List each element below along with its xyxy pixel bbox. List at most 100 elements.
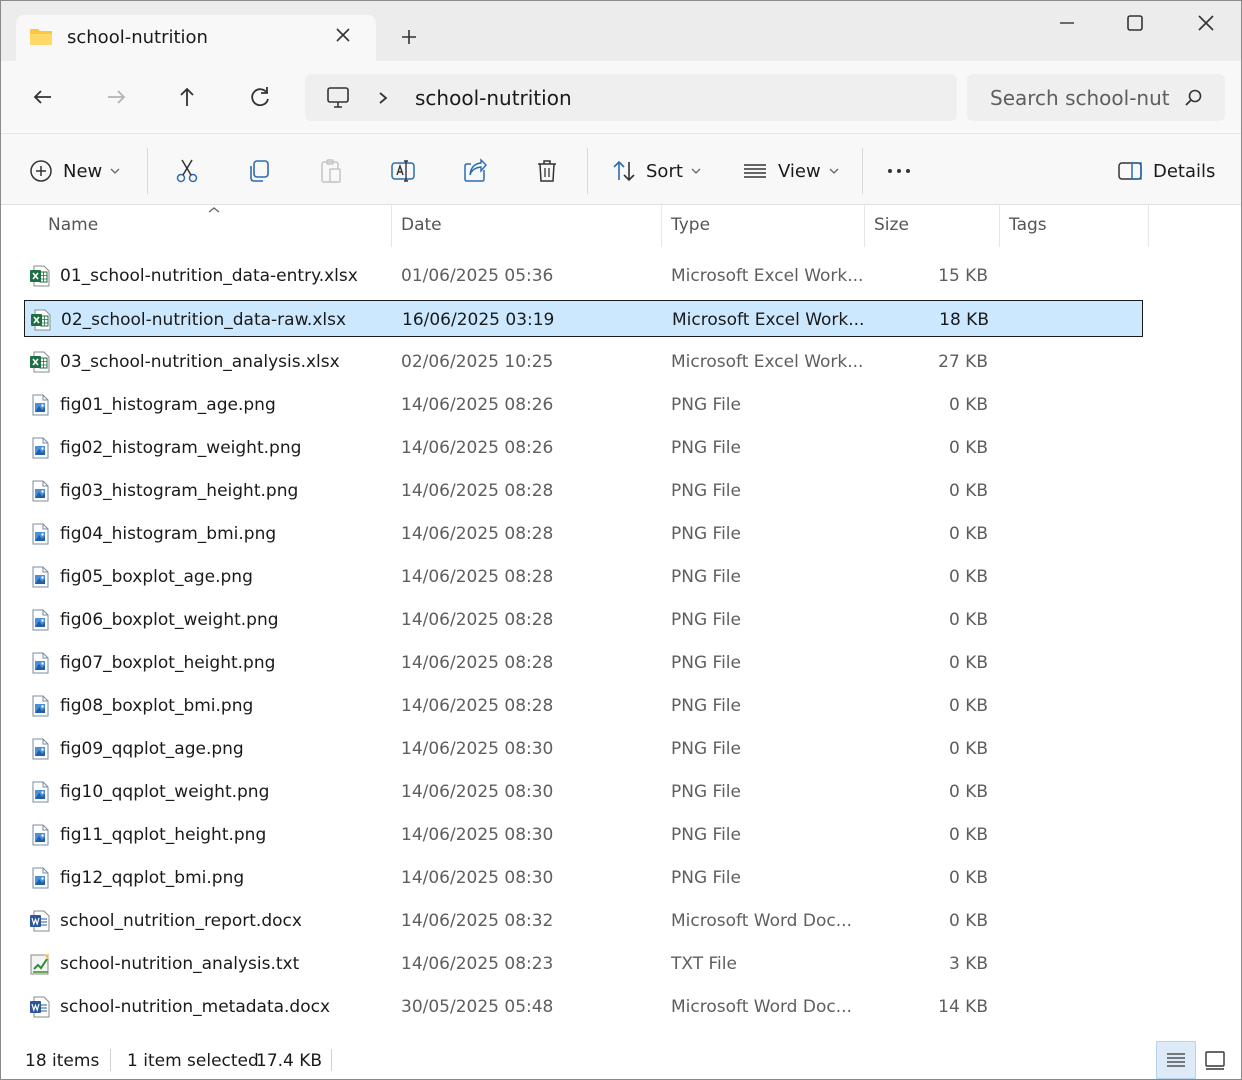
column-divider[interactable]	[391, 205, 392, 247]
this-pc-icon[interactable]	[325, 86, 351, 110]
file-row[interactable]: 02_school-nutrition_data-raw.xlsx 16/06/2…	[24, 300, 1143, 337]
column-divider[interactable]	[864, 205, 865, 247]
details-view-button[interactable]	[1156, 1041, 1196, 1079]
png-file-icon	[29, 523, 51, 545]
maximize-icon[interactable]	[1123, 11, 1147, 35]
rename-button[interactable]	[390, 156, 416, 186]
file-row[interactable]: school_nutrition_report.docx 14/06/2025 0…	[24, 902, 1143, 939]
tab-school-nutrition[interactable]: school-nutrition	[16, 15, 376, 61]
file-row[interactable]: fig04_histogram_bmi.png 14/06/2025 08:28 P…	[24, 515, 1143, 552]
column-divider[interactable]	[661, 205, 662, 247]
new-button[interactable]: New	[29, 156, 120, 186]
file-date: 14/06/2025 08:28	[401, 524, 554, 544]
tiles-view-icon[interactable]	[1204, 1049, 1226, 1071]
file-name: fig07_boxplot_height.png	[60, 653, 276, 673]
cut-button[interactable]	[174, 156, 200, 186]
file-date: 14/06/2025 08:26	[401, 438, 554, 458]
plus-icon[interactable]	[397, 25, 421, 49]
forward-icon[interactable]	[102, 83, 130, 111]
file-row[interactable]: 01_school-nutrition_data-entry.xlsx 01/06…	[24, 257, 1143, 294]
file-row[interactable]: fig12_qqplot_bmi.png 14/06/2025 08:30 PNG …	[24, 859, 1143, 896]
paste-icon	[321, 159, 341, 183]
column-type[interactable]: Type	[671, 215, 710, 235]
cut-icon	[176, 159, 198, 183]
minimize-icon[interactable]	[1055, 11, 1079, 35]
file-size: 0 KB	[948, 868, 988, 888]
file-row[interactable]: fig01_histogram_age.png 14/06/2025 08:26 P…	[24, 386, 1143, 423]
file-type: Microsoft Word Doc...	[671, 911, 852, 931]
file-row[interactable]: school-nutrition_metadata.docx 30/05/2025…	[24, 988, 1143, 1025]
search-input[interactable]: Search school-nut	[990, 86, 1170, 110]
file-type: PNG File	[671, 696, 741, 716]
copy-button[interactable]	[246, 156, 272, 186]
delete-button[interactable]	[534, 156, 560, 186]
file-type: PNG File	[671, 825, 741, 845]
file-row[interactable]: 03_school-nutrition_analysis.xlsx 02/06/2…	[24, 343, 1143, 380]
view-icon	[744, 164, 766, 178]
file-name: 03_school-nutrition_analysis.xlsx	[60, 352, 340, 372]
close-icon[interactable]	[331, 23, 355, 47]
file-date: 14/06/2025 08:28	[401, 653, 554, 673]
file-type: PNG File	[671, 868, 741, 888]
more-options-button[interactable]	[885, 156, 913, 186]
refresh-icon[interactable]	[246, 83, 274, 111]
file-row[interactable]: fig08_boxplot_bmi.png 14/06/2025 08:28 PNG…	[24, 687, 1143, 724]
file-type: PNG File	[671, 481, 741, 501]
file-name: fig11_qqplot_height.png	[60, 825, 267, 845]
chevron-right-icon[interactable]	[375, 88, 391, 108]
back-icon[interactable]	[29, 83, 57, 111]
file-name: fig04_histogram_bmi.png	[60, 524, 277, 544]
close-window-icon[interactable]	[1194, 11, 1218, 35]
file-row[interactable]: fig07_boxplot_height.png 14/06/2025 08:28…	[24, 644, 1143, 681]
file-name: school-nutrition_analysis.txt	[60, 954, 300, 974]
file-type: PNG File	[671, 739, 741, 759]
column-name[interactable]: Name	[48, 215, 98, 235]
file-size: 0 KB	[948, 524, 988, 544]
breadcrumb-school-nutrition[interactable]: school-nutrition	[415, 86, 572, 110]
file-row[interactable]: fig03_histogram_height.png 14/06/2025 08:…	[24, 472, 1143, 509]
file-size: 0 KB	[948, 696, 988, 716]
sort-ascending-icon	[208, 207, 220, 213]
file-name: fig10_qqplot_weight.png	[60, 782, 270, 802]
file-row[interactable]: fig02_histogram_weight.png 14/06/2025 08:…	[24, 429, 1143, 466]
file-name: fig01_histogram_age.png	[60, 395, 276, 415]
png-file-icon	[29, 738, 51, 760]
file-row[interactable]: fig06_boxplot_weight.png 14/06/2025 08:28…	[24, 601, 1143, 638]
file-row[interactable]: school-nutrition_analysis.txt 14/06/2025 …	[24, 945, 1143, 982]
file-name: fig09_qqplot_age.png	[60, 739, 244, 759]
search-box[interactable]: Search school-nut	[967, 74, 1225, 121]
chevron-down-icon	[829, 168, 839, 174]
file-date: 14/06/2025 08:30	[401, 739, 554, 759]
paste-button[interactable]	[318, 156, 344, 186]
search-icon[interactable]	[1184, 88, 1204, 108]
file-size: 14 KB	[938, 997, 988, 1017]
column-header: Name Date Type Size Tags	[1, 205, 1241, 247]
file-row[interactable]: fig05_boxplot_age.png 14/06/2025 08:28 PNG…	[24, 558, 1143, 595]
file-row[interactable]: fig11_qqplot_height.png 14/06/2025 08:30 P…	[24, 816, 1143, 853]
file-size: 3 KB	[948, 954, 988, 974]
file-size: 0 KB	[948, 739, 988, 759]
view-button[interactable]: View	[742, 156, 839, 186]
column-date[interactable]: Date	[401, 215, 442, 235]
file-size: 0 KB	[948, 481, 988, 501]
column-divider[interactable]	[1148, 205, 1149, 247]
file-type: PNG File	[671, 567, 741, 587]
sort-button[interactable]: Sort	[612, 156, 701, 186]
up-icon[interactable]	[173, 83, 201, 111]
share-button[interactable]	[462, 156, 488, 186]
file-date: 14/06/2025 08:32	[401, 911, 554, 931]
details-button[interactable]: Details	[1117, 156, 1215, 186]
column-size[interactable]: Size	[874, 215, 909, 235]
column-tags[interactable]: Tags	[1009, 215, 1047, 235]
column-divider[interactable]	[999, 205, 1000, 247]
file-type: PNG File	[671, 395, 741, 415]
file-size: 27 KB	[938, 352, 988, 372]
more-icon	[888, 169, 910, 173]
file-size: 0 KB	[948, 653, 988, 673]
file-row[interactable]: fig10_qqplot_weight.png 14/06/2025 08:30 P…	[24, 773, 1143, 810]
png-file-icon	[29, 695, 51, 717]
address-bar[interactable]: school-nutrition	[305, 74, 957, 121]
file-size: 15 KB	[938, 266, 988, 286]
file-date: 14/06/2025 08:28	[401, 567, 554, 587]
file-row[interactable]: fig09_qqplot_age.png 14/06/2025 08:30 PNG …	[24, 730, 1143, 767]
